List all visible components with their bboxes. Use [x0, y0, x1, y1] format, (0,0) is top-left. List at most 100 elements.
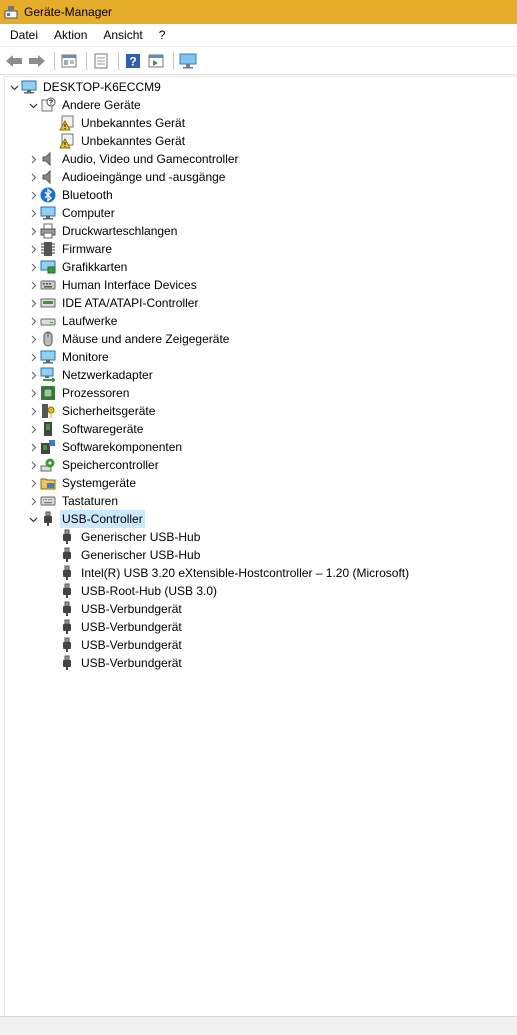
drive-icon — [40, 313, 56, 329]
security-key-icon — [40, 403, 56, 419]
show-hidden-button[interactable] — [91, 51, 111, 71]
tree-node[interactable]: Netzwerkadapter — [26, 366, 155, 384]
tree-node[interactable]: Unbekanntes Gerät — [45, 114, 187, 132]
chevron-right-icon[interactable] — [26, 222, 40, 240]
show-hidden-icon — [94, 53, 108, 68]
tree-node-label: Computer — [62, 206, 115, 220]
help-button[interactable]: ? — [123, 51, 143, 71]
printer-icon — [40, 223, 56, 239]
menu-help[interactable]: ? — [151, 25, 174, 45]
toolbar-separator — [118, 51, 119, 70]
chevron-right-icon[interactable] — [26, 384, 40, 402]
tree-node-label: DESKTOP-K6ECCM9 — [43, 80, 161, 94]
properties-icon — [61, 54, 77, 67]
tree-root[interactable]: DESKTOP-K6ECCM9 — [7, 78, 163, 96]
tree-node-label: USB-Controller — [60, 510, 145, 528]
tree-node[interactable]: Systemgeräte — [26, 474, 138, 492]
menu-datei[interactable]: Datei — [2, 25, 46, 45]
tree-node[interactable]: Generischer USB-Hub — [45, 528, 202, 546]
chevron-right-icon[interactable] — [26, 348, 40, 366]
tree-node-label: USB-Verbundgerät — [81, 656, 182, 670]
chevron-right-icon[interactable] — [26, 276, 40, 294]
tree-node-label: USB-Verbundgerät — [81, 638, 182, 652]
tree-node[interactable]: Audioeingänge und -ausgänge — [26, 168, 227, 186]
chevron-right-icon[interactable] — [26, 240, 40, 258]
chevron-right-icon[interactable] — [26, 294, 40, 312]
chevron-right-icon[interactable] — [26, 150, 40, 168]
monitor-icon — [40, 349, 56, 365]
tree-node[interactable]: USB-Verbundgerät — [45, 600, 184, 618]
chevron-down-icon[interactable] — [7, 78, 21, 96]
chevron-right-icon[interactable] — [26, 312, 40, 330]
tree-node[interactable]: Sicherheitsgeräte — [26, 402, 157, 420]
tree-node[interactable]: Audio, Video und Gamecontroller — [26, 150, 241, 168]
chevron-right-icon[interactable] — [26, 402, 40, 420]
properties-button[interactable] — [59, 51, 79, 71]
tree-node[interactable]: USB-Verbundgerät — [45, 654, 184, 672]
forward-arrow-icon — [29, 54, 45, 67]
tree-node[interactable]: Softwarekomponenten — [26, 438, 184, 456]
chevron-right-icon[interactable] — [26, 168, 40, 186]
tree-node[interactable]: Bluetooth — [26, 186, 115, 204]
chevron-right-icon[interactable] — [26, 474, 40, 492]
tree-node-label: Softwarekomponenten — [62, 440, 183, 454]
tree-node-label: Unbekanntes Gerät — [81, 134, 186, 148]
tree-node-label: IDE ATA/ATAPI-Controller — [62, 296, 199, 310]
tree-node-label: Prozessoren — [62, 386, 130, 400]
chevron-right-icon[interactable] — [26, 366, 40, 384]
tree-node[interactable]: Druckwarteschlangen — [26, 222, 179, 240]
forward-button[interactable] — [27, 51, 47, 71]
menu-aktion[interactable]: Aktion — [46, 25, 95, 45]
chevron-down-icon[interactable] — [26, 510, 40, 528]
tree-node-label: Audio, Video und Gamecontroller — [62, 152, 239, 166]
tree-node[interactable]: USB-Verbundgerät — [45, 618, 184, 636]
chevron-right-icon[interactable] — [26, 456, 40, 474]
keyboard-icon — [40, 493, 56, 509]
tree-node[interactable]: Unbekanntes Gerät — [45, 132, 187, 150]
chevron-right-icon[interactable] — [26, 330, 40, 348]
tree-node[interactable]: USB-Root-Hub (USB 3.0) — [45, 582, 219, 600]
software-component-icon — [40, 439, 56, 455]
tree-node[interactable]: Softwaregeräte — [26, 420, 145, 438]
chevron-right-icon[interactable] — [26, 204, 40, 222]
action-pane-icon — [148, 54, 164, 67]
back-button[interactable] — [4, 51, 24, 71]
tree-node[interactable]: Generischer USB-Hub — [45, 546, 202, 564]
tree-node[interactable]: Human Interface Devices — [26, 276, 199, 294]
device-tree[interactable]: DESKTOP-K6ECCM9? Andere Geräte Unbekanntes… — [4, 76, 517, 1017]
chevron-right-icon[interactable] — [26, 420, 40, 438]
tree-node[interactable]: Grafikkarten — [26, 258, 129, 276]
usb-icon — [40, 511, 56, 527]
tree-node-label: Bluetooth — [62, 188, 113, 202]
tree-node[interactable]: Prozessoren — [26, 384, 131, 402]
chevron-right-icon[interactable] — [26, 438, 40, 456]
toolbar-separator — [86, 51, 87, 70]
chevron-right-icon[interactable] — [26, 492, 40, 510]
tree-node-label: Mäuse und andere Zeigegeräte — [62, 332, 230, 346]
menu-bar: Datei Aktion Ansicht ? — [0, 24, 517, 47]
tree-node[interactable]: Intel(R) USB 3.20 eXtensible-Hostcontrol… — [45, 564, 411, 582]
tree-node[interactable]: Mäuse und andere Zeigegeräte — [26, 330, 231, 348]
tree-node[interactable]: Laufwerke — [26, 312, 119, 330]
tree-node[interactable]: Firmware — [26, 240, 114, 258]
scan-hardware-button[interactable] — [178, 51, 198, 71]
chevron-down-icon[interactable] — [26, 96, 40, 114]
menu-ansicht[interactable]: Ansicht — [95, 25, 150, 45]
chevron-right-icon[interactable] — [26, 186, 40, 204]
action-pane-button[interactable] — [146, 51, 166, 71]
tree-node[interactable]: Computer — [26, 204, 117, 222]
tree-node-label: Systemgeräte — [62, 476, 137, 490]
chevron-right-icon[interactable] — [26, 258, 40, 276]
tree-node[interactable]: Tastaturen — [26, 492, 120, 510]
tree-node[interactable]: IDE ATA/ATAPI-Controller — [26, 294, 200, 312]
tree-node[interactable]: USB-Verbundgerät — [45, 636, 184, 654]
tree-node[interactable]: USB-Controller — [26, 510, 145, 528]
tree-node[interactable]: Speichercontroller — [26, 456, 161, 474]
tree-node-label: Intel(R) USB 3.20 eXtensible-Hostcontrol… — [81, 566, 410, 580]
tree-node[interactable]: ? Andere Geräte — [26, 96, 143, 114]
tree-node[interactable]: Monitore — [26, 348, 111, 366]
